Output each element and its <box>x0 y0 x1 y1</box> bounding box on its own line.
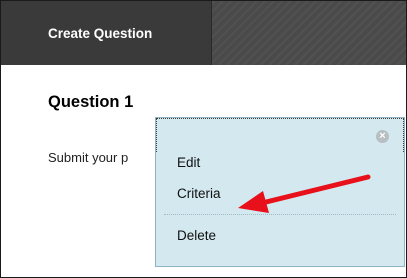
close-circle-icon[interactable]: × <box>376 130 389 143</box>
top-navigation-bar: Create Question <box>1 1 406 65</box>
screenshot-frame: Create Question Question 1 Submit your p… <box>0 0 407 278</box>
question-title: Question 1 <box>48 93 134 111</box>
menu-item-criteria[interactable]: Criteria <box>156 183 404 204</box>
question-text: Submit your p <box>48 150 129 165</box>
menu-divider <box>164 214 396 215</box>
menu-header: × <box>156 118 404 152</box>
menu-item-delete[interactable]: Delete <box>156 225 404 246</box>
question-context-menu: × Edit Criteria Delete <box>155 117 405 267</box>
menu-item-edit[interactable]: Edit <box>156 152 404 173</box>
create-question-tab[interactable]: Create Question <box>1 1 212 65</box>
create-question-label: Create Question <box>48 25 153 41</box>
